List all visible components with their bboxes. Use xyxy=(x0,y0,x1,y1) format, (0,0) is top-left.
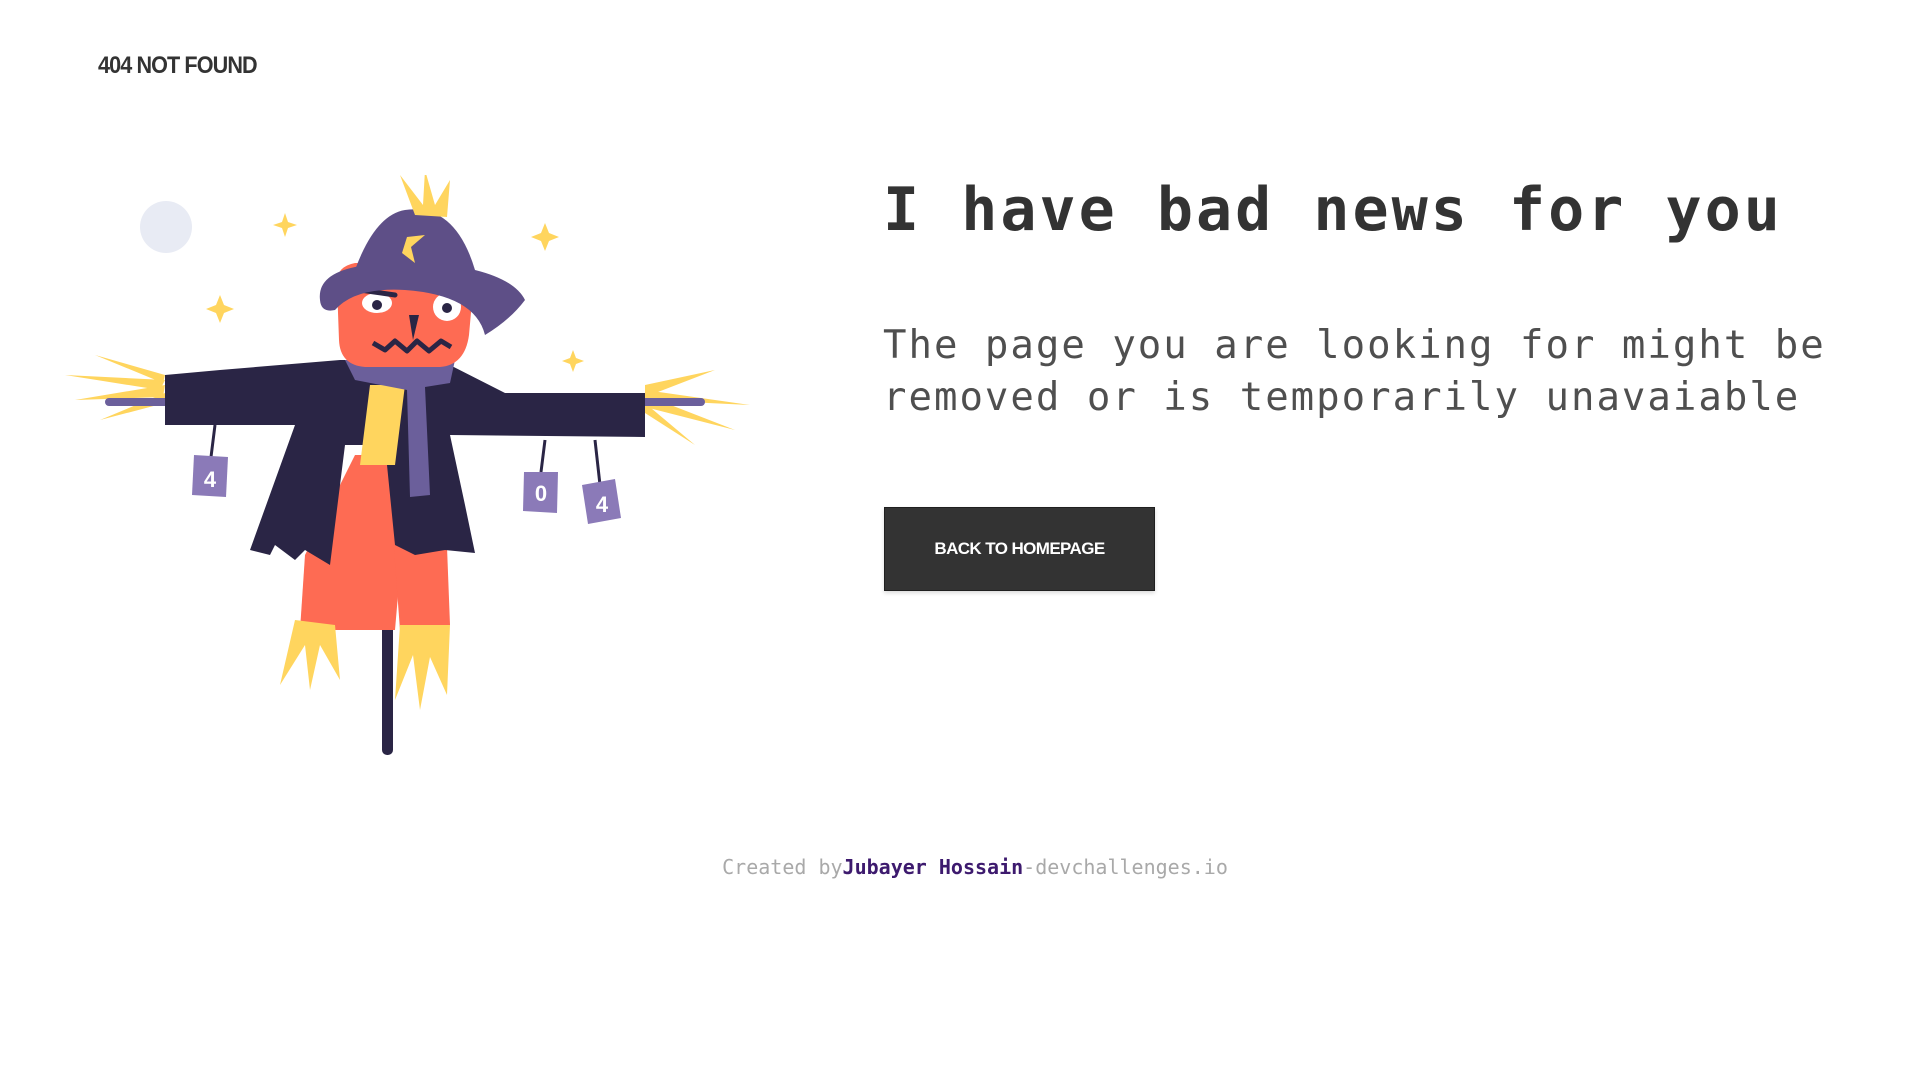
tin-can-right: 4 xyxy=(582,439,621,524)
straw-right-foot xyxy=(395,625,450,710)
straw-left-foot xyxy=(280,620,340,690)
coat xyxy=(165,360,645,565)
tin-can-middle: 0 xyxy=(523,439,558,513)
back-to-homepage-button[interactable]: BACK TO HOMEPAGE xyxy=(884,507,1155,591)
straw-right-hand xyxy=(645,370,750,445)
straw-left-hand xyxy=(65,355,165,420)
sparkle xyxy=(206,295,234,323)
footer-prefix: Created by xyxy=(722,855,843,879)
tin-can-label: 4 xyxy=(204,467,217,492)
site-logo[interactable]: 404 NOT FOUND xyxy=(98,52,258,80)
footer: Created byJubayer Hossain-devchallenges.… xyxy=(0,855,1920,879)
page-headline: I have bad news for you xyxy=(883,175,1783,245)
sparkle xyxy=(562,350,584,372)
footer-suffix: -devchallenges.io xyxy=(1023,855,1228,879)
scarecrow-illustration: 4 0 4 xyxy=(55,175,750,755)
tin-can-label: 4 xyxy=(596,492,609,517)
moon-circle xyxy=(140,201,192,253)
tin-can-left: 4 xyxy=(192,424,228,497)
sparkle xyxy=(273,213,297,237)
author-link[interactable]: Jubayer Hossain xyxy=(843,855,1024,879)
sparkle xyxy=(531,223,559,251)
tin-can-label: 0 xyxy=(535,481,547,506)
page-subtext: The page you are looking for might be re… xyxy=(883,323,1826,420)
